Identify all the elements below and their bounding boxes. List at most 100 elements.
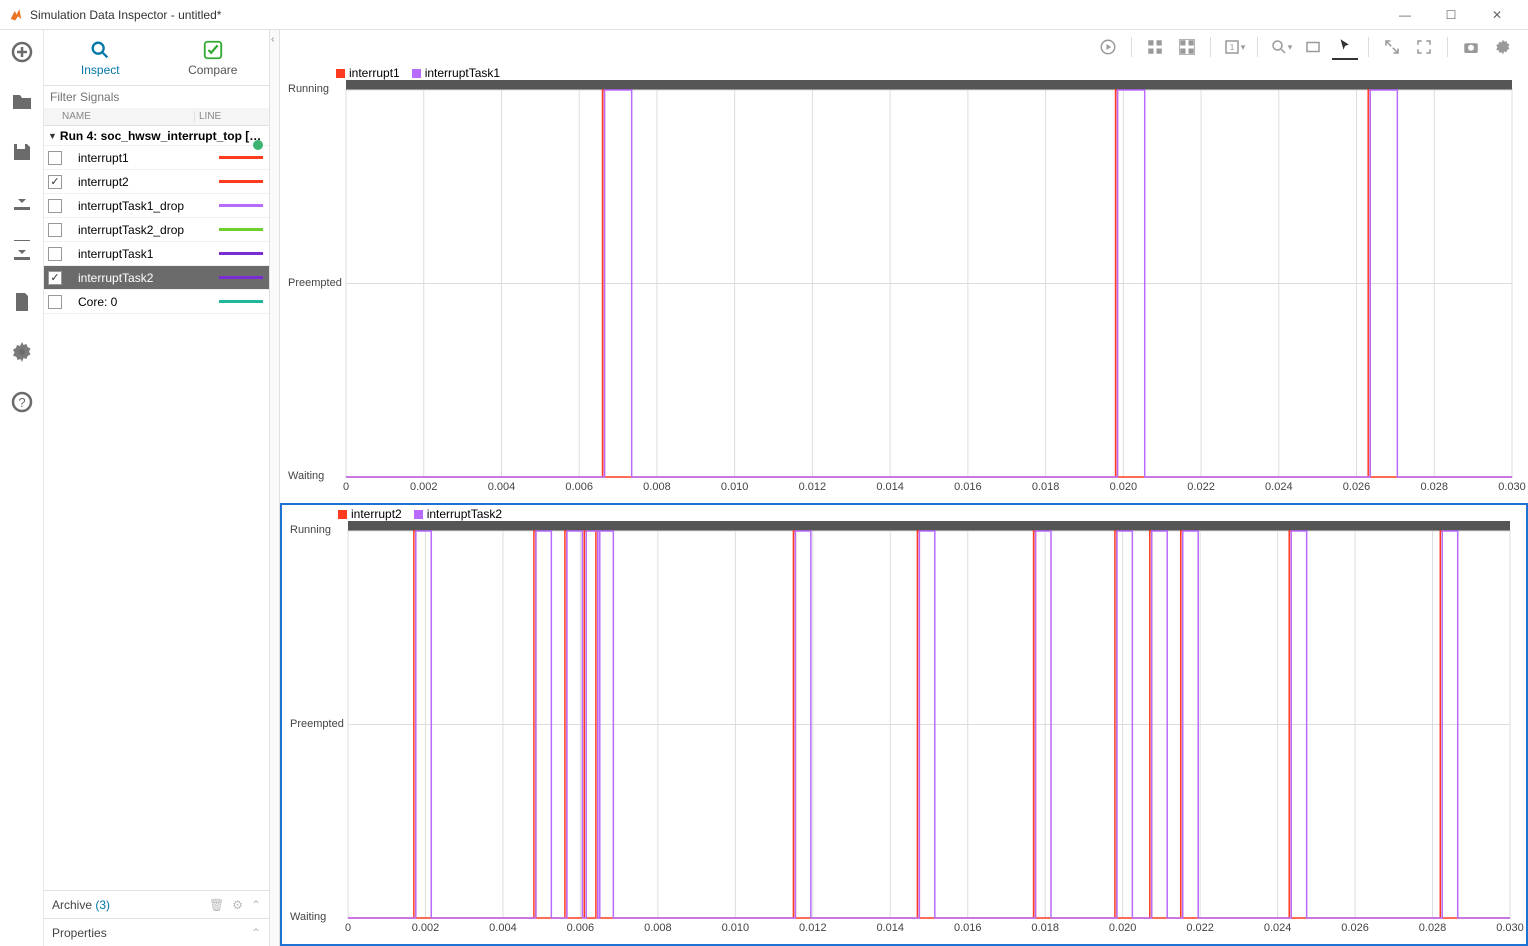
signal-row[interactable]: interruptTask2_drop (44, 218, 269, 242)
open-button[interactable] (6, 86, 38, 118)
legend-label: interrupt1 (349, 66, 400, 80)
streaming-indicator-icon (253, 140, 263, 150)
expand-button[interactable] (1379, 34, 1405, 60)
y-tick-label: Preempted (290, 718, 344, 730)
x-tick-label: 0.012 (799, 481, 827, 493)
gear-icon[interactable]: ⚙ (232, 898, 243, 912)
x-tick-label: 0 (343, 481, 349, 493)
new-run-button[interactable] (6, 36, 38, 68)
signal-checkbox[interactable]: ✓ (48, 271, 62, 285)
run-label: Run 4: soc_hwsw_interrupt_top [Curr... (60, 129, 269, 143)
tab-compare-label: Compare (188, 63, 237, 77)
chart-top[interactable]: interrupt1 interruptTask1 Running Preempted… (280, 64, 1528, 503)
layout-grid-button[interactable] (1142, 34, 1168, 60)
x-tick-label: 0.002 (412, 922, 440, 934)
y-tick-label: Waiting (288, 470, 324, 482)
signal-row[interactable]: interrupt1 (44, 146, 269, 170)
x-tick-label: 0.016 (954, 481, 982, 493)
signal-row[interactable]: Core: 0 (44, 290, 269, 314)
pointer-button[interactable] (1332, 34, 1358, 60)
signal-checkbox[interactable] (48, 247, 62, 261)
archive-section[interactable]: Archive (3) 🗑 ⚙ ⌃ (44, 890, 269, 918)
x-tick-label: 0.006 (567, 922, 595, 934)
x-tick-label: 0.022 (1187, 481, 1215, 493)
signal-row[interactable]: ✓ interruptTask2 (44, 266, 269, 290)
signal-name: interrupt1 (68, 151, 213, 165)
signal-checkbox[interactable] (48, 295, 62, 309)
properties-label: Properties (52, 926, 107, 940)
help-button[interactable]: ? (6, 386, 38, 418)
x-tick-label: 0 (345, 922, 351, 934)
legend-label: interruptTask1 (425, 66, 500, 80)
run-row[interactable]: ▼ Run 4: soc_hwsw_interrupt_top [Curr... (44, 126, 269, 146)
layout-custom-button[interactable] (1174, 34, 1200, 60)
chart-legend: interrupt2interruptTask2 (338, 507, 502, 521)
subplot-button[interactable]: 1▾ (1221, 34, 1247, 60)
close-button[interactable]: ✕ (1474, 0, 1520, 30)
signal-checkbox[interactable] (48, 199, 62, 213)
export-button[interactable] (6, 236, 38, 268)
zoom-button[interactable]: ▾ (1268, 34, 1294, 60)
signal-checkbox[interactable] (48, 151, 62, 165)
y-tick-label: Preempted (288, 277, 342, 289)
matlab-logo-icon (8, 7, 24, 23)
expand-icon[interactable]: ▼ (48, 131, 57, 141)
x-tick-label: 0.024 (1265, 481, 1293, 493)
tab-inspect-label: Inspect (81, 63, 120, 77)
x-tick-label: 0.002 (410, 481, 438, 493)
x-tick-label: 0.004 (488, 481, 516, 493)
search-icon (89, 39, 111, 61)
signal-checkbox[interactable]: ✓ (48, 175, 62, 189)
x-tick-label: 0.018 (1032, 481, 1060, 493)
x-tick-label: 0.004 (489, 922, 517, 934)
signal-row[interactable]: interruptTask1 (44, 242, 269, 266)
report-button[interactable] (6, 286, 38, 318)
x-tick-label: 0.022 (1186, 922, 1214, 934)
settings-button[interactable] (1490, 34, 1516, 60)
fullscreen-button[interactable] (1411, 34, 1437, 60)
x-tick-label: 0.030 (1496, 922, 1524, 934)
signal-row[interactable]: ✓ interrupt2 (44, 170, 269, 194)
chevron-up-icon[interactable]: ⌃ (251, 926, 261, 940)
tab-inspect[interactable]: Inspect (44, 30, 157, 85)
trash-icon[interactable]: 🗑 (209, 898, 224, 912)
signal-name: Core: 0 (68, 295, 213, 309)
titlebar: Simulation Data Inspector - untitled* — … (0, 0, 1528, 30)
chevron-up-icon[interactable]: ⌃ (251, 898, 261, 912)
signal-name: interrupt2 (68, 175, 213, 189)
x-tick-label: 0.028 (1419, 922, 1447, 934)
signal-row[interactable]: interruptTask1_drop (44, 194, 269, 218)
panel-collapse-handle[interactable]: ‹ (270, 30, 280, 946)
stream-button[interactable] (1095, 34, 1121, 60)
signal-line-swatch (213, 266, 269, 290)
check-icon (202, 39, 224, 61)
signal-name: interruptTask2 (68, 271, 213, 285)
x-tick-label: 0.028 (1421, 481, 1449, 493)
x-tick-label: 0.006 (565, 481, 593, 493)
fit-button[interactable] (1300, 34, 1326, 60)
col-name[interactable]: NAME (44, 111, 194, 122)
maximize-button[interactable]: ☐ (1428, 0, 1474, 30)
signal-name: interruptTask1 (68, 247, 213, 261)
x-tick-label: 0.030 (1498, 481, 1526, 493)
column-headers: NAME LINE (44, 108, 269, 126)
x-tick-label: 0.010 (721, 481, 749, 493)
signal-checkbox[interactable] (48, 223, 62, 237)
y-tick-label: Running (290, 524, 331, 536)
x-tick-label: 0.008 (643, 481, 671, 493)
legend-label: interrupt2 (351, 507, 402, 521)
x-tick-label: 0.016 (954, 922, 982, 934)
filter-input[interactable] (44, 86, 269, 108)
y-tick-label: Running (288, 83, 329, 95)
preferences-button[interactable] (6, 336, 38, 368)
snapshot-button[interactable] (1458, 34, 1484, 60)
signal-line-swatch (213, 218, 269, 242)
properties-section[interactable]: Properties ⌃ (44, 918, 269, 946)
tab-compare[interactable]: Compare (157, 30, 270, 85)
minimize-button[interactable]: — (1382, 0, 1428, 30)
import-button[interactable] (6, 186, 38, 218)
signal-panel: Inspect Compare NAME LINE ▼ Run 4: soc_h… (44, 30, 270, 946)
chart-bottom[interactable]: interrupt2interruptTask2 Running Preempted… (280, 503, 1528, 946)
col-line[interactable]: LINE (194, 111, 269, 122)
save-button[interactable] (6, 136, 38, 168)
